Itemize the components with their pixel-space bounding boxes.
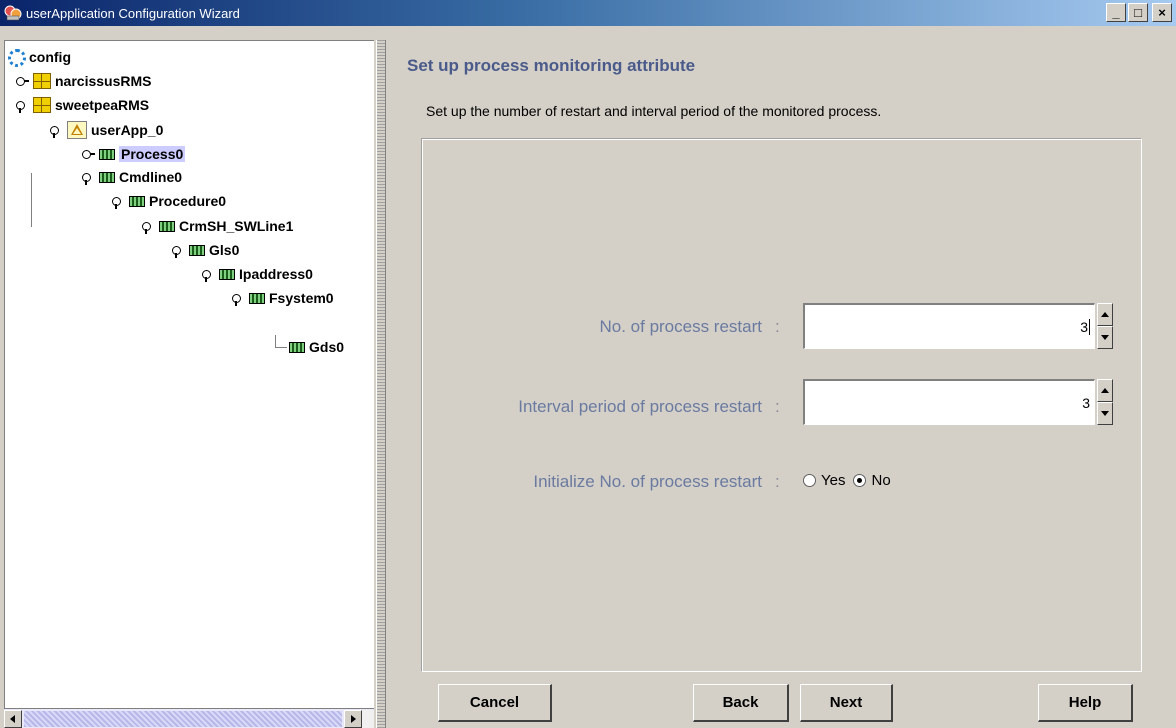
tree-item-label: Gls0 [209, 242, 240, 258]
tree-item-label: Cmdline0 [119, 169, 183, 185]
radio-no[interactable]: No [853, 472, 891, 489]
back-button[interactable]: Back [693, 684, 789, 722]
scroll-left-button[interactable] [4, 709, 22, 728]
initialize-label: Initialize No. of process restart [533, 472, 762, 491]
radio-yes-label: Yes [821, 472, 846, 489]
minimize-button[interactable]: _ [1106, 3, 1126, 22]
tree-item-gls0[interactable]: Gls0 [171, 240, 239, 260]
title-bar: userApplication Configuration Wizard _ □… [0, 0, 1176, 26]
tree-item-userapp[interactable]: userApp_0 [49, 120, 163, 140]
config-icon [7, 48, 26, 67]
spin-down-button[interactable] [1097, 326, 1113, 349]
resource-icon [189, 244, 205, 256]
tree-horizontal-scrollbar[interactable] [4, 708, 374, 728]
tree-item-config[interactable]: config [7, 47, 71, 67]
radio-no-indicator[interactable] [853, 474, 867, 487]
expanded-handle-icon[interactable] [201, 267, 215, 282]
initialize-radio-group: Yes No [803, 472, 891, 489]
restart-count-label: No. of process restart [599, 317, 762, 336]
expanded-handle-icon[interactable] [81, 170, 95, 185]
text-caret [1089, 318, 1090, 335]
resource-icon [249, 292, 265, 304]
scrollbar-corner [362, 709, 374, 728]
arrow-right-icon [351, 714, 356, 723]
tree-item-fsystem0[interactable]: Fsystem0 [231, 288, 334, 308]
resource-tree[interactable]: config narcissusRMS sweetpeaRMS userApp_… [4, 40, 374, 728]
tree-item-label: Process0 [119, 146, 186, 162]
radio-yes[interactable]: Yes [803, 472, 845, 489]
tree-item-label: CrmSH_SWLine1 [179, 218, 294, 234]
expanded-handle-icon[interactable] [141, 219, 155, 234]
resource-icon [289, 341, 305, 353]
maximize-button[interactable]: □ [1128, 3, 1148, 22]
tree-item-label: Ipaddress0 [239, 266, 313, 282]
tree-item-sweetpearms[interactable]: sweetpeaRMS [15, 95, 149, 115]
resource-icon [129, 195, 145, 207]
app-icon [4, 4, 22, 22]
expanded-handle-icon[interactable] [49, 123, 63, 138]
tree-connector [31, 173, 32, 227]
server-icon [33, 97, 51, 113]
page-description: Set up the number of restart and interva… [426, 103, 882, 119]
spin-up-button[interactable] [1097, 303, 1113, 326]
userapp-icon [67, 121, 87, 139]
tree-item-narcissusrms[interactable]: narcissusRMS [15, 71, 151, 91]
interval-value: 3 [1082, 394, 1090, 411]
window-title: userApplication Configuration Wizard [26, 5, 240, 21]
page-title: Set up process monitoring attribute [407, 56, 696, 75]
panel-splitter[interactable] [376, 40, 386, 728]
interval-label: Interval period of process restart [518, 397, 762, 416]
next-button[interactable]: Next [800, 684, 893, 722]
radio-no-label: No [871, 472, 891, 489]
interval-spinner[interactable] [1097, 379, 1113, 425]
tree-connector [275, 347, 287, 348]
cancel-button[interactable]: Cancel [438, 684, 552, 722]
tree-item-ipaddress0[interactable]: Ipaddress0 [201, 264, 313, 284]
restart-count-value: 3 [1080, 318, 1088, 335]
arrow-up-icon [1101, 388, 1109, 393]
tree-item-crmsh-swline1[interactable]: CrmSH_SWLine1 [141, 216, 293, 236]
tree-item-procedure0[interactable]: Procedure0 [111, 191, 226, 211]
arrow-down-icon [1101, 411, 1109, 416]
tree-item-cmdline0[interactable]: Cmdline0 [81, 167, 182, 187]
interval-field[interactable]: 3 [803, 379, 1095, 425]
arrow-down-icon [1101, 335, 1109, 340]
expanded-handle-icon[interactable] [231, 291, 245, 306]
help-button[interactable]: Help [1038, 684, 1133, 722]
expanded-handle-icon[interactable] [171, 243, 185, 258]
initialize-colon: : [775, 472, 780, 491]
server-icon [33, 73, 51, 89]
tree-item-label: Procedure0 [149, 193, 227, 209]
resource-icon [219, 268, 235, 280]
tree-item-label: sweetpeaRMS [55, 97, 150, 113]
radio-yes-indicator[interactable] [803, 474, 816, 487]
tree-item-label: config [29, 49, 71, 65]
window-controls: _ □ × [1106, 3, 1172, 22]
restart-count-spinner[interactable] [1097, 303, 1113, 349]
tree-item-label: Gds0 [309, 339, 345, 355]
scroll-right-button[interactable] [344, 709, 362, 728]
arrow-up-icon [1101, 312, 1109, 317]
tree-item-label: userApp_0 [91, 122, 164, 138]
tree-connector [275, 335, 276, 348]
close-button[interactable]: × [1152, 3, 1172, 22]
expanded-handle-icon[interactable] [15, 98, 29, 113]
tree-item-label: narcissusRMS [55, 73, 152, 89]
tree-item-process0[interactable]: Process0 [81, 144, 186, 164]
restart-count-colon: : [775, 317, 780, 336]
tree-item-gds0[interactable]: Gds0 [289, 337, 344, 357]
scroll-thumb[interactable] [24, 710, 342, 727]
resource-icon [99, 171, 115, 183]
spin-down-button[interactable] [1097, 402, 1113, 425]
arrow-left-icon [10, 714, 15, 723]
interval-colon: : [775, 397, 780, 416]
resource-icon [99, 148, 115, 160]
restart-count-field[interactable]: 3 [803, 303, 1095, 349]
spin-up-button[interactable] [1097, 379, 1113, 402]
resource-icon [159, 220, 175, 232]
collapsed-handle-icon[interactable] [15, 74, 29, 88]
tree-item-label: Fsystem0 [269, 290, 334, 306]
collapsed-handle-icon[interactable] [81, 147, 95, 161]
expanded-handle-icon[interactable] [111, 194, 125, 209]
